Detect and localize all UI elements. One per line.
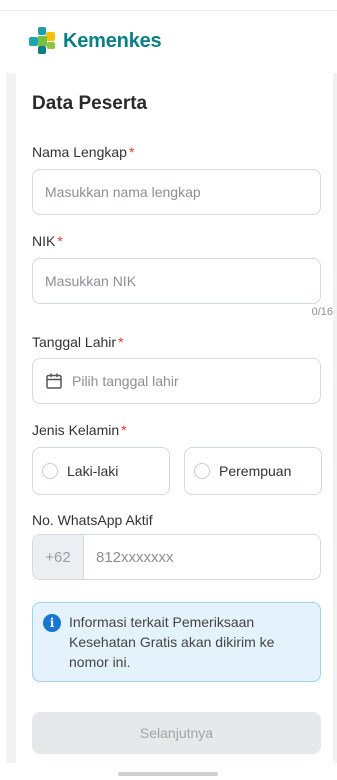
radio-circle[interactable] [194, 463, 210, 479]
gender-option-perempuan[interactable]: Perempuan [184, 447, 322, 495]
required-mark: * [118, 334, 124, 350]
right-gutter [333, 73, 337, 763]
info-icon: i [43, 614, 61, 632]
tanggal-lahir-picker[interactable]: Pilih tanggal lahir [32, 358, 321, 404]
gender-option-laki-laki[interactable]: Laki-laki [32, 447, 170, 495]
gender-option-label: Laki-laki [67, 463, 119, 479]
whatsapp-input-group: +62 812xxxxxxx [32, 534, 321, 580]
tanggal-placeholder: Pilih tanggal lahir [72, 373, 179, 389]
whatsapp-number-input[interactable]: 812xxxxxxx [84, 535, 320, 579]
info-notice: i Informasi terkait Pemeriksaan Kesehata… [32, 602, 321, 682]
nik-input[interactable]: Masukkan NIK [32, 258, 321, 304]
country-code: +62 [33, 535, 84, 579]
whatsapp-label: No. WhatsApp Aktif [32, 512, 153, 528]
gender-option-label: Perempuan [219, 463, 292, 479]
next-button[interactable]: Selanjutnya [32, 712, 321, 754]
page-title: Data Peserta [32, 93, 148, 114]
nama-label: Nama Lengkap * [32, 144, 134, 160]
kemenkes-logo-icon [29, 27, 55, 54]
home-indicator[interactable] [118, 772, 218, 776]
radio-circle[interactable] [42, 463, 58, 479]
brand-name: Kemenkes [63, 29, 162, 52]
calendar-icon [46, 373, 62, 389]
gender-label-text: Jenis Kelamin [32, 422, 120, 438]
gender-label: Jenis Kelamin * [32, 422, 127, 438]
info-text: Informasi terkait Pemeriksaan Kesehatan … [69, 614, 275, 670]
whatsapp-placeholder: 812xxxxxxx [96, 548, 174, 566]
tanggal-label-text: Tanggal Lahir [32, 334, 117, 350]
nama-label-text: Nama Lengkap [32, 144, 127, 160]
nik-input-placeholder: Masukkan NIK [45, 273, 137, 289]
required-mark: * [121, 422, 127, 438]
kemenkes-logo: Kemenkes [27, 26, 162, 56]
nik-label: NIK * [32, 233, 63, 249]
tanggal-label: Tanggal Lahir * [32, 334, 124, 350]
nik-char-counter: 0/16 [311, 306, 333, 318]
required-mark: * [128, 144, 135, 160]
required-mark: * [57, 233, 63, 249]
nama-input[interactable]: Masukkan nama lengkap [32, 169, 321, 215]
nama-input-placeholder: Masukkan nama lengkap [45, 184, 201, 200]
app-header: Kemenkes [0, 11, 337, 73]
left-gutter [6, 73, 16, 763]
nik-label-text: NIK [32, 233, 56, 249]
